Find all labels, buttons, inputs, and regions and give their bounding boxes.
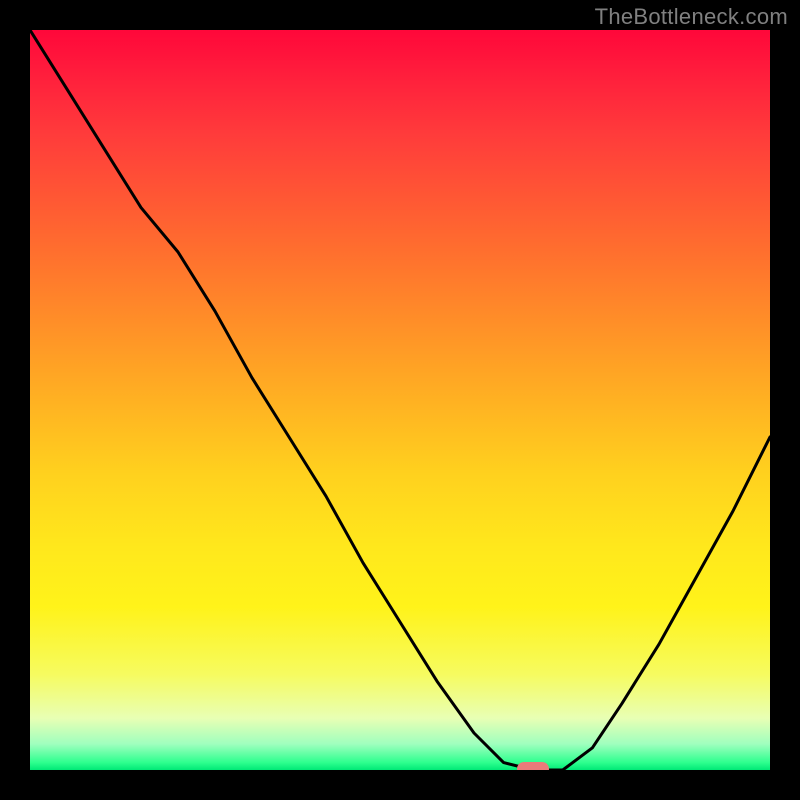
curve-path [30, 30, 770, 770]
plot-area [30, 30, 770, 770]
watermark-text: TheBottleneck.com [595, 4, 788, 30]
chart-frame: TheBottleneck.com [0, 0, 800, 800]
bottleneck-curve [30, 30, 770, 770]
optimum-marker [517, 762, 549, 770]
